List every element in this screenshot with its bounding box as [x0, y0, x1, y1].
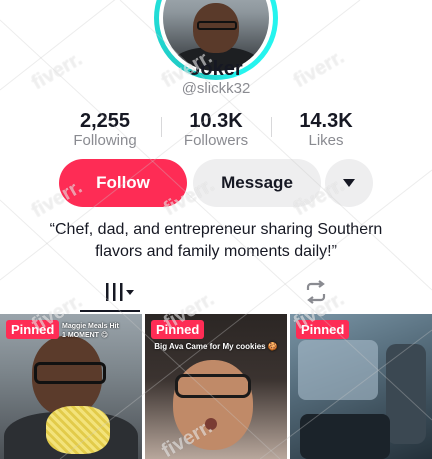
video-thumbnail-glasses [34, 362, 106, 384]
repost-icon [306, 280, 326, 304]
video-thumbnail-noodles [46, 406, 110, 454]
bio: “Chef, dad, and entrepreneur sharing Sou… [49, 221, 383, 260]
stats-row: 2,255 Following 10.3K Followers 14.3K Li… [0, 110, 432, 150]
likes-label: Likes [308, 132, 344, 149]
following-label: Following [73, 132, 137, 149]
stat-divider [271, 117, 272, 137]
video-thumbnail-glasses [175, 374, 251, 398]
follow-button[interactable]: Follow [59, 159, 187, 207]
video-tile[interactable]: Pinned Big Ava Came for My cookies 🍪 [145, 314, 287, 459]
followers-label: Followers [183, 132, 249, 149]
profile-tabs [0, 272, 432, 312]
pinned-badge: Pinned [296, 320, 350, 339]
more-options-button[interactable] [325, 159, 373, 207]
stat-divider [161, 117, 162, 137]
message-button[interactable]: Message [193, 159, 321, 207]
video-grid: Pinned Maggie Meals Hit 1 MOMENT 😋 Pinne… [0, 314, 432, 459]
stat-following[interactable]: 2,255 Following [55, 110, 155, 150]
active-tab-indicator [80, 310, 140, 312]
grid-columns-icon [106, 283, 134, 301]
video-caption: Big Ava Came for My cookies 🍪 [154, 342, 278, 351]
username: @slickk32 [181, 80, 251, 97]
caret-down-icon [343, 179, 355, 187]
video-thumbnail-window [298, 340, 378, 400]
tab-videos[interactable] [96, 276, 142, 308]
video-tile[interactable]: Pinned [290, 314, 432, 459]
stat-followers[interactable]: 10.3K Followers [166, 110, 266, 150]
video-thumbnail-seat [386, 344, 426, 444]
following-count: 2,255 [79, 110, 131, 132]
video-thumbnail-console [300, 414, 390, 459]
avatar-glasses [197, 21, 237, 30]
pinned-badge: Pinned [151, 320, 205, 339]
pinned-badge: Pinned [6, 320, 60, 339]
video-caption: Maggie Meals Hit 1 MOMENT 😋 [62, 323, 119, 339]
followers-count: 10.3K [189, 110, 243, 132]
video-thumbnail-mouth [205, 418, 217, 430]
likes-count: 14.3K [299, 110, 353, 132]
stat-likes[interactable]: 14.3K Likes [276, 110, 376, 150]
display-name: Joker [189, 58, 243, 80]
tab-reposts[interactable] [298, 276, 334, 308]
video-tile[interactable]: Pinned Maggie Meals Hit 1 MOMENT 😋 [0, 314, 142, 459]
